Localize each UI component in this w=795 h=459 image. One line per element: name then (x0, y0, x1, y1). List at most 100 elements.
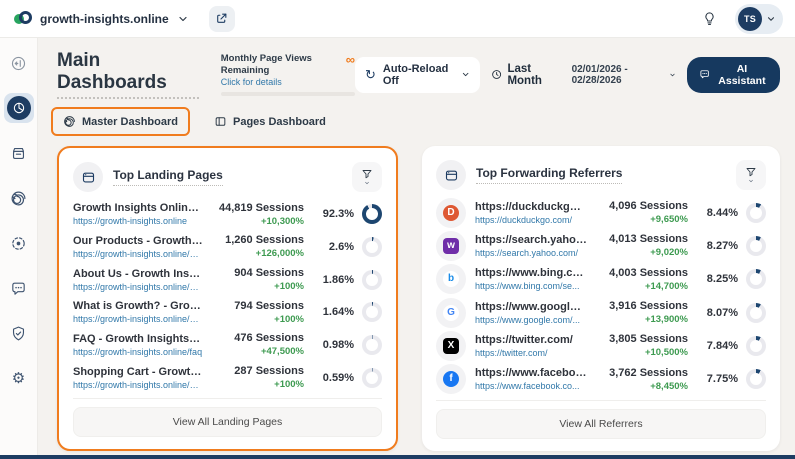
referrer-url-link[interactable]: https://duckduckgo.com/ (475, 215, 587, 225)
page-header: Main Dashboards Monthly Page Views Remai… (57, 50, 780, 99)
date-range-picker[interactable]: 02/01/2026 - 02/28/2026 (572, 64, 676, 86)
tab-pages-dashboard[interactable]: Pages Dashboard (204, 109, 336, 134)
page-url-link[interactable]: https://growth-insights.online/our-... (73, 249, 203, 259)
referrer-url-link[interactable]: https://www.facebook.co... (475, 381, 587, 391)
donut-chart (746, 202, 766, 223)
lightbulb-icon[interactable] (697, 7, 721, 31)
bing-icon: b (443, 271, 459, 288)
sidebar-item-dashboards[interactable] (3, 93, 34, 123)
user-menu[interactable]: TS (735, 3, 783, 34)
view-all-landing-pages-button[interactable]: View All Landing Pages (73, 407, 382, 437)
app-logo-icon (14, 10, 32, 28)
period-label: Last Month (507, 62, 542, 87)
sessions-delta: +10,300% (260, 215, 304, 227)
filter-button[interactable] (352, 162, 382, 192)
referrer-url-link[interactable]: https://twitter.com/ (475, 348, 587, 358)
sidebar-item-visitors[interactable] (4, 228, 34, 258)
list-item[interactable]: Shopping Cart - Growth Insights ... http… (73, 365, 382, 390)
main-content: Main Dashboards Monthly Page Views Remai… (38, 38, 795, 459)
filter-button[interactable] (736, 160, 766, 190)
sessions-delta: +14,700% (644, 280, 688, 292)
list-item[interactable]: FAQ - Growth Insights Online https://gro… (73, 332, 382, 357)
auto-reload-dropdown[interactable]: ↻ Auto-Reload Off (355, 56, 481, 93)
infinity-icon: ∞ (345, 52, 355, 68)
quota-details-link[interactable]: Click for details (221, 77, 346, 87)
referrer-url-link[interactable]: https://www.bing.com/se... (475, 281, 587, 291)
referrer-title-link[interactable]: https://search.yahoo.com/ (475, 234, 587, 246)
clock-icon (492, 70, 502, 79)
open-website-button[interactable] (208, 5, 235, 32)
page-title-link[interactable]: Shopping Cart - Growth Insights ... (73, 366, 203, 378)
view-all-referrers-button[interactable]: View All Referrers (436, 409, 766, 439)
referrer-title-link[interactable]: https://twitter.com/ (475, 334, 587, 346)
quota-progress-bar (220, 91, 355, 96)
sidebar-item-privacy[interactable] (4, 318, 34, 348)
collapse-icon (11, 56, 26, 70)
ai-assistant-button[interactable]: AI Assistant (686, 56, 780, 93)
list-item[interactable]: f https://www.facebook.c... https://www.… (436, 364, 766, 395)
favicon-wrapper: D (436, 197, 466, 228)
percent-value: 0.59% (322, 371, 354, 384)
sidebar-item-store[interactable] (4, 138, 34, 168)
sidebar-item-feedback[interactable] (4, 273, 34, 303)
list-item[interactable]: D https://duckduckgo.com/ https://duckdu… (436, 197, 766, 228)
tab-master-dashboard[interactable]: Master Dashboard (51, 107, 190, 136)
percent-value: 8.07% (706, 306, 738, 319)
gear-icon: ⚙ (11, 369, 26, 387)
page-title-link[interactable]: What is Growth? - Growth Insight... (73, 300, 203, 312)
chevron-down-icon[interactable] (177, 13, 189, 25)
referrer-title-link[interactable]: https://www.facebook.c... (475, 367, 587, 379)
referrer-title-link[interactable]: https://www.google.com... (475, 301, 587, 313)
sidebar-collapse-toggle[interactable] (4, 48, 34, 78)
page-title-link[interactable]: About Us - Growth Insights Online (73, 268, 203, 280)
sessions-delta: +100% (274, 379, 304, 391)
list-item[interactable]: Growth Insights Online - Growth I... htt… (73, 202, 382, 227)
list-item[interactable]: G https://www.google.com... https://www.… (436, 297, 766, 328)
website-selector[interactable]: growth-insights.online (40, 12, 169, 26)
list-item[interactable]: What is Growth? - Growth Insight... http… (73, 300, 382, 325)
list-item[interactable]: b https://www.bing.com/s... https://www.… (436, 264, 766, 295)
page-views-quota[interactable]: Monthly Page Views Remaining Click for d… (220, 52, 355, 96)
percent-value: 1.86% (322, 273, 354, 286)
analytics-dashboard-window: growth-insights.online TS ⚙ Main Dashboa… (0, 0, 795, 459)
refresh-icon: ↻ (365, 67, 376, 82)
list-item[interactable]: X https://twitter.com/ https://twitter.c… (436, 330, 766, 361)
funnel-icon (746, 168, 756, 177)
shield-check-icon (12, 326, 25, 340)
sidebar-item-settings[interactable]: ⚙ (4, 363, 34, 393)
referrer-url-link[interactable]: https://search.yahoo.com/ (475, 248, 587, 258)
dashboard-tabs: Master Dashboard Pages Dashboard (51, 107, 780, 136)
funnel-icon (362, 170, 372, 179)
donut-chart (362, 334, 382, 355)
topbar: growth-insights.online TS (0, 0, 795, 38)
sessions-delta: +100% (274, 281, 304, 293)
favicon-wrapper: b (436, 264, 466, 295)
page-title-link[interactable]: Our Products - Growth Insights O... (73, 235, 203, 247)
list-item[interactable]: About Us - Growth Insights Online https:… (73, 267, 382, 292)
percent-value: 8.44% (706, 206, 738, 219)
referrer-title-link[interactable]: https://duckduckgo.com/ (475, 201, 587, 213)
page-url-link[interactable]: https://growth-insights.online (73, 216, 203, 226)
list-item[interactable]: w https://search.yahoo.com/ https://sear… (436, 230, 766, 261)
sessions-delta: +9,020% (650, 247, 688, 259)
donut-chart (362, 236, 382, 257)
pie-chart-icon (13, 102, 24, 114)
sessions-count: 44,819 Sessions (218, 201, 304, 214)
referrer-title-link[interactable]: https://www.bing.com/s... (475, 267, 587, 279)
page-url-link[interactable]: https://growth-insights.online/our-... (73, 380, 203, 390)
sessions-count: 3,762 Sessions (609, 366, 688, 379)
donut-chart (746, 235, 766, 256)
sidebar-item-behavior[interactable] (4, 183, 34, 213)
pages-icon (215, 117, 226, 126)
sessions-count: 904 Sessions (234, 267, 304, 280)
page-title-link[interactable]: Growth Insights Online - Growth I... (73, 202, 203, 214)
page-url-link[interactable]: https://growth-insights.online/wha... (73, 314, 203, 324)
period-selector[interactable]: Last Month (491, 63, 560, 87)
page-title-link[interactable]: FAQ - Growth Insights Online (73, 333, 203, 345)
page-url-link[interactable]: https://growth-insights.online/abo... (73, 282, 203, 292)
referrer-url-link[interactable]: https://www.google.com/... (475, 315, 587, 325)
chevron-down-icon (365, 181, 369, 185)
list-item[interactable]: Our Products - Growth Insights O... http… (73, 234, 382, 259)
page-url-link[interactable]: https://growth-insights.online/faq (73, 347, 203, 357)
percent-value: 2.6% (328, 240, 354, 253)
